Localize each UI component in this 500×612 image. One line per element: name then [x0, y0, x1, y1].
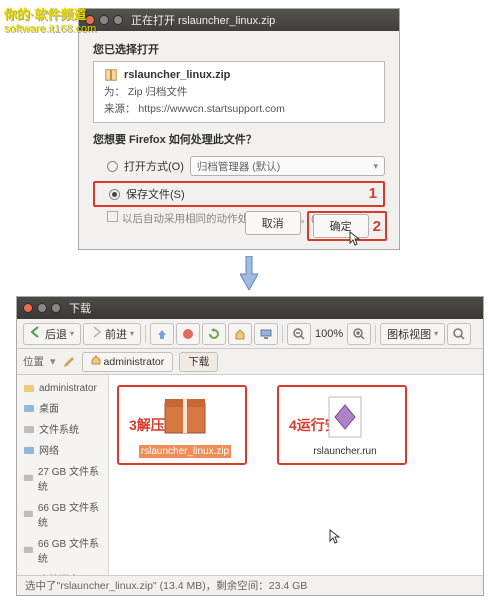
folder-icon	[23, 508, 34, 520]
pencil-icon[interactable]	[62, 355, 76, 369]
opened-label: 您已选择打开	[93, 41, 385, 57]
callout-1: 1	[369, 185, 377, 202]
zoom-in-button[interactable]	[347, 323, 371, 345]
sidebar-item[interactable]: 66 GB 文件系统	[17, 532, 108, 568]
crumb-downloads[interactable]: 下载	[179, 352, 218, 372]
sidebar-item[interactable]: 66 GB 文件系统	[17, 496, 108, 532]
dialog-titlebar: 正在打开 rslauncher_linux.zip	[79, 9, 399, 31]
cursor-icon	[349, 231, 361, 247]
back-button[interactable]: 后退▾	[23, 323, 81, 345]
max-icon[interactable]	[51, 303, 61, 313]
chevron-down-icon: ▾	[373, 161, 378, 172]
toolbar: 后退▾ 前进▾ 100% 图标视图 ▾	[17, 319, 483, 349]
zoom-level: 100%	[313, 328, 345, 340]
home-button[interactable]	[228, 323, 252, 345]
status-bar: 选中了"rslauncher_linux.zip" (13.4 MB)，剩余空间…	[17, 575, 483, 595]
sidebar-item[interactable]: 27 GB 文件系统	[17, 460, 108, 496]
max-icon[interactable]	[113, 15, 123, 25]
prompt-text: 您想要 Firefox 如何处理此文件？	[93, 131, 385, 147]
file-pane[interactable]: 3解压文件 rslauncher_linux.zip 4运行安装	[109, 375, 483, 575]
save-file-row[interactable]: 保存文件(S) 1	[93, 181, 385, 207]
file-item-run[interactable]: 4运行安装 rslauncher.run	[285, 391, 405, 458]
callout-ok-frame: 确定 2	[307, 211, 387, 241]
sidebar-item[interactable]: 文件系统	[17, 418, 108, 439]
fm-title: 下载	[69, 300, 91, 316]
up-button[interactable]	[150, 323, 174, 345]
reload-button[interactable]	[202, 323, 226, 345]
computer-button[interactable]	[254, 323, 278, 345]
search-button[interactable]	[447, 323, 471, 345]
folder-icon	[23, 423, 35, 435]
zip-file-icon	[159, 391, 211, 441]
dialog-title: 正在打开 rslauncher_linux.zip	[131, 12, 275, 28]
run-file-icon	[319, 391, 371, 441]
radio-open[interactable]	[107, 161, 118, 172]
stop-button[interactable]	[176, 323, 200, 345]
folder-icon	[23, 472, 34, 484]
checkbox-auto[interactable]	[107, 211, 118, 222]
file-info-box: rslauncher_linux.zip 为： Zip 归档文件 来源： htt…	[93, 61, 385, 123]
crumb-home[interactable]: administrator	[82, 352, 174, 372]
fm-titlebar: 下载	[17, 297, 483, 319]
view-combo[interactable]: 图标视图 ▾	[380, 323, 445, 345]
app-combo[interactable]: 归档管理器 (默认) ▾	[190, 156, 385, 176]
location-label: 位置	[23, 354, 44, 369]
min-icon[interactable]	[99, 15, 109, 25]
path-bar: 位置 ▾ administrator 下载	[17, 349, 483, 375]
sidebar-item[interactable]: 桌面	[17, 397, 108, 418]
sidebar-item[interactable]: administrator	[17, 379, 108, 397]
download-dialog: 正在打开 rslauncher_linux.zip 您已选择打开 rslaunc…	[78, 8, 400, 250]
sidebar: administrator桌面文件系统网络27 GB 文件系统66 GB 文件系…	[17, 375, 109, 575]
flow-arrow-icon	[240, 256, 258, 293]
watermark: 你的·软件频道 software.it168.com	[4, 4, 96, 35]
folder-icon	[23, 402, 35, 414]
zoom-out-button[interactable]	[287, 323, 311, 345]
file-item-zip[interactable]: 3解压文件 rslauncher_linux.zip	[125, 391, 245, 458]
folder-icon	[23, 544, 34, 556]
sidebar-item[interactable]: 网络	[17, 439, 108, 460]
arrow-right-icon	[90, 326, 102, 341]
sidebar-item[interactable]: 本地磁盘	[17, 568, 108, 575]
radio-save[interactable]	[109, 189, 120, 200]
forward-button[interactable]: 前进▾	[83, 323, 141, 345]
folder-icon	[23, 444, 35, 456]
callout-2: 2	[373, 218, 381, 235]
close-icon[interactable]	[23, 303, 33, 313]
cursor-icon	[329, 529, 341, 545]
zip-icon	[104, 68, 118, 82]
home-icon	[91, 355, 101, 368]
arrow-left-icon	[30, 326, 42, 341]
open-with-row[interactable]: 打开方式(O) 归档管理器 (默认) ▾	[93, 153, 385, 179]
folder-icon	[23, 382, 35, 394]
min-icon[interactable]	[37, 303, 47, 313]
file-manager-window: 下载 后退▾ 前进▾ 100%	[16, 296, 484, 596]
file-name: rslauncher_linux.zip	[124, 69, 230, 81]
cancel-button[interactable]: 取消	[245, 211, 301, 235]
